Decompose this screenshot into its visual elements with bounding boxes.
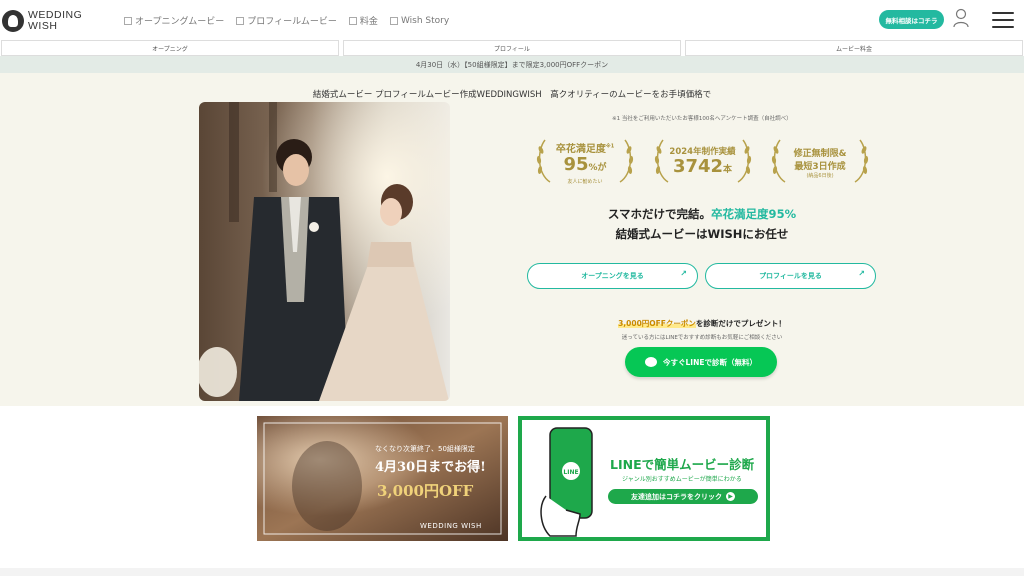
laurel-icon xyxy=(854,139,869,183)
achievement-badges: 卒花満足度※1 95%が 友人に勧めたい 2024年制作実績 3742本 修正無… xyxy=(535,136,870,188)
logo-line2: WISH xyxy=(28,20,58,32)
nav-wish-story[interactable]: Wish Story xyxy=(389,14,449,27)
footer-strip xyxy=(0,568,1024,576)
coupon-promo: 3,000円OFFクーポンを診断だけでプレゼント！ xyxy=(618,319,786,328)
phone-line-logo: LINE xyxy=(563,469,578,476)
laurel-icon xyxy=(771,139,786,183)
arrow-right-icon: ▶ xyxy=(726,492,735,501)
hero-tagline: スマホだけで完結。卒花満足度95% 結婚式ムービーはWISHにお任せ xyxy=(607,207,797,241)
laurel-icon xyxy=(619,139,634,183)
line-diagnosis-banner[interactable]: LINE LINEで簡単ムービー診断 ジャンル別おすすめムービーが簡単にわかる … xyxy=(518,416,770,541)
hamburger-menu-icon[interactable] xyxy=(992,12,1014,28)
arrow-up-right-icon: ↗ xyxy=(680,269,687,278)
tab-opening[interactable]: オープニング xyxy=(1,40,339,56)
coupon-strip[interactable]: 4月30日（水）【50組様限定】まで限定3,000円OFFクーポン xyxy=(0,56,1024,73)
banner-headline: 4月30日までお得! xyxy=(375,460,486,475)
survey-footnote: ※1 当社をご利用いただいたお客様100名へアンケート調査（自社調べ） xyxy=(612,116,792,122)
add-friend-button[interactable]: 友達追加はコチラをクリック ▶ xyxy=(608,489,758,504)
banner-brand: WEDDING WISH xyxy=(420,522,482,530)
hero-title: 結婚式ムービー プロフィールムービー作成WEDDINGWISH 高クオリティーの… xyxy=(312,90,712,100)
nav-opening-movie[interactable]: オープニングムービー xyxy=(124,14,224,27)
main-nav: オープニングムービー プロフィールムービー 料金 Wish Story xyxy=(124,14,449,27)
nav-square-icon xyxy=(348,16,357,25)
category-tabs: オープニング プロフィール ムービー料金 xyxy=(0,40,1024,56)
line-banner-sub: ジャンル別おすすめムービーが簡単にわかる xyxy=(622,476,742,483)
nav-square-icon xyxy=(389,16,398,25)
nav-square-icon xyxy=(236,16,245,25)
line-diagnosis-button[interactable]: 今すぐLINEで診断（無料） xyxy=(625,347,777,377)
user-icon[interactable] xyxy=(953,8,969,28)
view-opening-button[interactable]: オープニングを見る ↗ xyxy=(527,263,698,289)
arrow-up-right-icon: ↗ xyxy=(858,269,865,278)
view-profile-button[interactable]: プロフィールを見る ↗ xyxy=(705,263,876,289)
logo-mark-icon xyxy=(2,10,24,32)
nav-price[interactable]: 料金 xyxy=(348,14,378,27)
laurel-icon xyxy=(737,139,751,183)
banner-amount: 3,000円OFF xyxy=(377,482,474,500)
line-chat-icon xyxy=(645,357,657,367)
tab-movie-price[interactable]: ムービー料金 xyxy=(685,40,1023,56)
nav-profile-movie[interactable]: プロフィールムービー xyxy=(236,14,337,27)
site-header: WEDDING WISH オープニングムービー プロフィールムービー 料金 Wi… xyxy=(0,0,1024,40)
coupon-promo-note: 迷っている方にはLINEでおすすめ診断もお気軽にご相談ください xyxy=(621,335,783,341)
logo[interactable]: WEDDING WISH xyxy=(2,6,92,36)
free-consultation-button[interactable]: 無料相談はコチラ xyxy=(879,10,944,29)
nav-square-icon xyxy=(124,16,132,25)
badge-satisfaction: 卒花満足度※1 95%が 友人に勧めたい xyxy=(535,136,635,188)
coupon-banner[interactable]: なくなり次第終了、50組様限定 4月30日までお得! 3,000円OFF WED… xyxy=(257,416,508,541)
phone-hand-icon: LINE xyxy=(540,427,593,537)
badge-unlimited-revisions: 修正無制限& 最短3日作成 (納品6日後) xyxy=(770,136,870,188)
laurel-icon xyxy=(536,139,551,183)
couple-photo xyxy=(199,102,450,401)
banner-lead: なくなり次第終了、50組様限定 xyxy=(375,445,475,453)
line-banner-title: LINEで簡単ムービー診断 xyxy=(610,457,755,472)
hero-section: 結婚式ムービー プロフィールムービー作成WEDDINGWISH 高クオリティーの… xyxy=(0,73,1024,406)
badge-production-count: 2024年制作実績 3742本 xyxy=(653,136,753,188)
laurel-icon xyxy=(654,139,668,183)
tab-profile[interactable]: プロフィール xyxy=(343,40,681,56)
